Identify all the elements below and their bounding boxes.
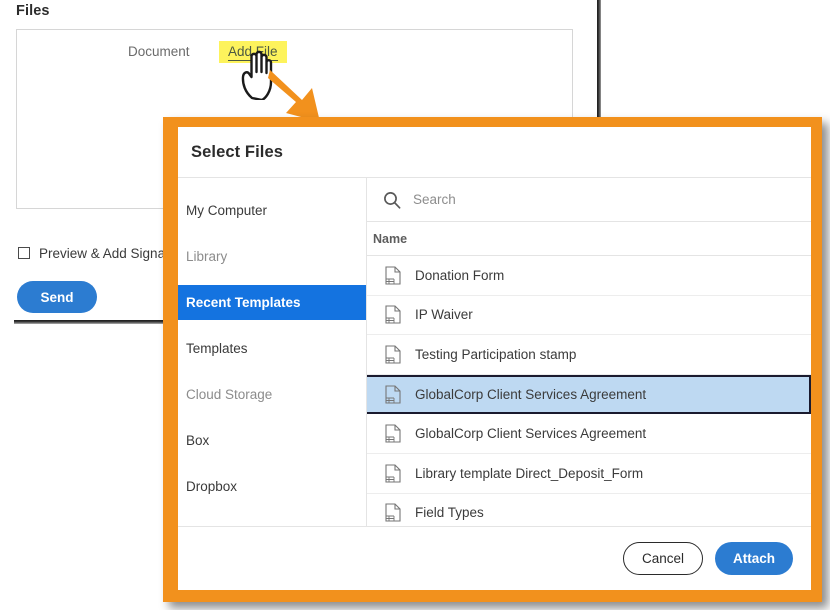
- table-row[interactable]: GlobalCorp Client Services Agreement: [367, 375, 811, 415]
- sidebar-item-dropbox[interactable]: Dropbox: [178, 474, 366, 499]
- sidebar-item-label: Recent Templates: [186, 295, 301, 310]
- dialog-footer: Cancel Attach: [178, 526, 811, 590]
- sidebar-item-cloud-storage: Cloud Storage: [178, 382, 366, 407]
- table-row[interactable]: Field Types: [367, 494, 811, 526]
- table-row[interactable]: Library template Direct_Deposit_Form: [367, 454, 811, 494]
- document-label: Document: [128, 44, 190, 59]
- file-name: Library template Direct_Deposit_Form: [415, 466, 643, 481]
- sidebar-item-recent-templates[interactable]: Recent Templates: [178, 285, 366, 320]
- document-icon: [385, 385, 401, 404]
- document-icon: [385, 266, 401, 285]
- sidebar-item-templates[interactable]: Templates: [178, 336, 366, 361]
- select-files-dialog: Select Files My Computer Library Recent Te…: [178, 127, 811, 590]
- file-name: IP Waiver: [415, 307, 473, 322]
- document-icon: [385, 503, 401, 522]
- sidebar-item-box[interactable]: Box: [178, 428, 366, 453]
- sidebar-item-label: My Computer: [186, 203, 267, 218]
- column-header-name: Name: [371, 232, 407, 246]
- sidebar-item-library: Library: [178, 244, 366, 269]
- attach-button[interactable]: Attach: [715, 542, 793, 575]
- dialog-body: My Computer Library Recent Templates Templa…: [178, 177, 811, 526]
- dialog-sidebar: My Computer Library Recent Templates Templa…: [178, 178, 367, 526]
- dialog-title: Select Files: [178, 127, 811, 177]
- files-section-label: Files: [16, 3, 50, 19]
- sidebar-item-label: Templates: [186, 341, 248, 356]
- search-row[interactable]: [367, 178, 811, 222]
- search-input[interactable]: [413, 192, 673, 207]
- file-name: Testing Participation stamp: [415, 347, 576, 362]
- file-list-panel: Name Donation Form IP Waiver Testing Parti…: [367, 178, 811, 526]
- file-name: Field Types: [415, 505, 484, 520]
- cancel-button[interactable]: Cancel: [623, 542, 703, 575]
- file-name: GlobalCorp Client Services Agreement: [415, 387, 646, 402]
- table-row[interactable]: Donation Form: [367, 256, 811, 296]
- document-icon: [385, 464, 401, 483]
- file-name: GlobalCorp Client Services Agreement: [415, 426, 646, 441]
- table-row[interactable]: IP Waiver: [367, 296, 811, 336]
- document-icon: [385, 305, 401, 324]
- send-button[interactable]: Send: [17, 281, 97, 313]
- sidebar-item-label: Dropbox: [186, 479, 237, 494]
- table-row[interactable]: Testing Participation stamp: [367, 335, 811, 375]
- document-icon: [385, 345, 401, 364]
- list-column-header: Name: [367, 222, 811, 256]
- table-row[interactable]: GlobalCorp Client Services Agreement: [367, 414, 811, 454]
- file-name: Donation Form: [415, 268, 504, 283]
- sidebar-item-label: Box: [186, 433, 209, 448]
- search-icon: [383, 191, 401, 209]
- sidebar-item-label: Library: [186, 249, 227, 264]
- document-icon: [385, 424, 401, 443]
- preview-add-signature-checkbox[interactable]: [18, 247, 30, 259]
- file-rows-container: Donation Form IP Waiver Testing Participat…: [367, 256, 811, 526]
- sidebar-item-my-computer[interactable]: My Computer: [178, 198, 366, 223]
- sidebar-item-label: Cloud Storage: [186, 387, 272, 402]
